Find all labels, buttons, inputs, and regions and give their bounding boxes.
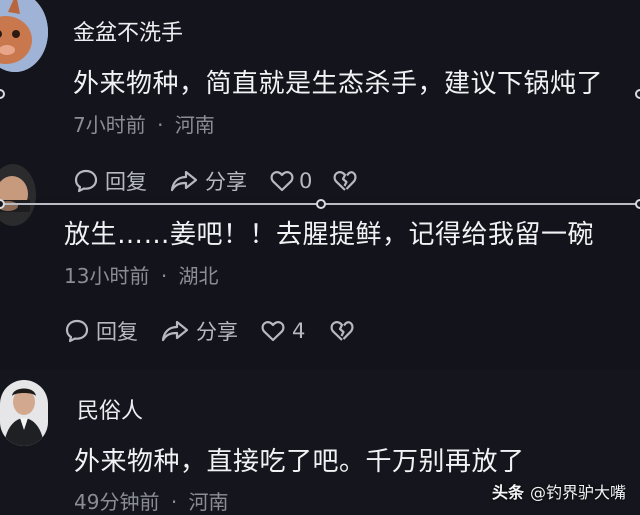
watermark: 头条 @钓界驴大嘴 (492, 479, 626, 503)
username[interactable]: 金盆不洗手 (73, 15, 183, 47)
comment-meta: 7小时前 · 河南 (73, 109, 215, 138)
share-icon (160, 318, 190, 344)
comment-location: 湖北 (178, 264, 219, 288)
meta-separator: · (157, 113, 164, 137)
watermark-handle: @钓界驴大嘴 (529, 483, 626, 502)
crop-handle[interactable] (316, 199, 326, 209)
avatar[interactable] (0, 0, 48, 72)
broken-heart-icon (332, 169, 358, 193)
meta-separator: · (160, 264, 168, 288)
comment-text: 外来物种，简直就是生态杀手，建议下锅炖了 (73, 69, 604, 99)
like-count: 4 (292, 319, 306, 343)
dislike-button[interactable] (329, 319, 355, 343)
reply-button[interactable]: 回复 (73, 166, 147, 196)
comment-text: 放生……姜吧！！去腥提鲜，记得给我留一碗 (64, 220, 595, 250)
meta-separator: · (170, 490, 178, 514)
crop-handle[interactable] (635, 89, 640, 99)
crop-handle[interactable] (635, 199, 640, 209)
heart-icon (260, 319, 286, 343)
like-count: 0 (299, 169, 313, 193)
username[interactable]: 民俗人 (77, 393, 143, 425)
avatar[interactable] (0, 380, 48, 446)
share-icon (169, 168, 199, 194)
like-button[interactable]: 0 (269, 169, 312, 193)
broken-heart-icon (329, 319, 355, 343)
comment-time: 13小时前 (64, 264, 150, 288)
dislike-button[interactable] (332, 169, 358, 193)
like-button[interactable]: 4 (260, 319, 305, 343)
comment-card: 放生……姜吧！！去腥提鲜，记得给我留一碗 13小时前 · 湖北 回复 分享 4 (0, 164, 640, 384)
share-button[interactable]: 分享 (169, 166, 247, 196)
comment-location: 河南 (188, 490, 229, 514)
comment-time: 49分钟前 (74, 490, 160, 514)
comment-text: 外来物种，直接吃了吧。千万别再放了 (74, 447, 525, 477)
share-label: 分享 (205, 170, 247, 194)
reply-label: 回复 (96, 320, 138, 344)
heart-icon (269, 169, 295, 193)
share-button[interactable]: 分享 (160, 316, 238, 346)
comment-location: 河南 (174, 113, 215, 137)
comment-meta: 49分钟前 · 河南 (74, 486, 229, 515)
watermark-brand: 头条 (491, 483, 524, 502)
reply-button[interactable]: 回复 (64, 316, 138, 346)
comment-actions: 回复 分享 4 (64, 316, 355, 346)
reply-label: 回复 (105, 170, 147, 194)
share-label: 分享 (196, 320, 238, 344)
comment-actions: 回复 分享 0 (73, 166, 358, 196)
comment-meta: 13小时前 · 湖北 (64, 260, 219, 289)
comment-icon (73, 168, 99, 194)
comment-time: 7小时前 (73, 113, 146, 137)
comment-card: 金盆不洗手 外来物种，简直就是生态杀手，建议下锅炖了 7小时前 · 河南 回复 … (0, 0, 640, 200)
comment-icon (64, 318, 90, 344)
